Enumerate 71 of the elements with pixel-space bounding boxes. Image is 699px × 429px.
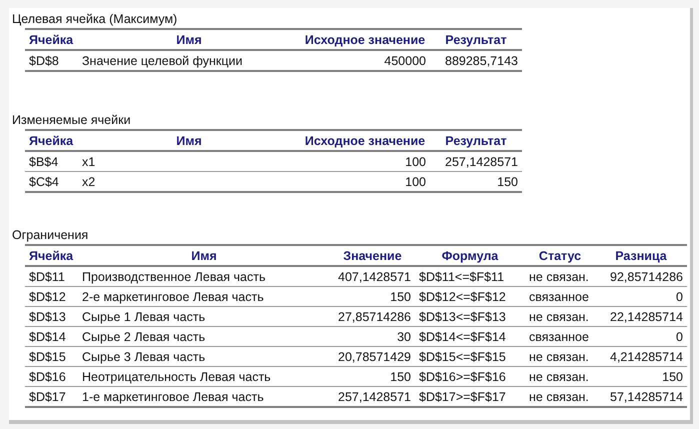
table-cell: 100 <box>300 172 430 192</box>
table-cell: 100 <box>300 151 430 172</box>
column-header: Результат <box>430 29 522 50</box>
table-cell: 150 <box>430 172 522 192</box>
column-header: Исходное значение <box>300 130 430 151</box>
table-cell: 22,14285714 <box>595 306 687 326</box>
table-cell: $D$12<=$F$12 <box>415 286 525 306</box>
table-cell: $D$15 <box>25 346 78 366</box>
column-header: Имя <box>78 245 330 266</box>
table-cell: Производственное Левая часть <box>78 266 330 286</box>
table-cell: Сырье 1 Левая часть <box>78 306 330 326</box>
table-cell: 20,78571429 <box>330 346 415 366</box>
table-cell: x1 <box>78 151 300 172</box>
column-header: Значение <box>330 245 415 266</box>
table-cell: Сырье 3 Левая часть <box>78 346 330 366</box>
column-header: Разница <box>595 245 687 266</box>
table-cell: $D$12 <box>25 286 78 306</box>
table-cell: $D$11 <box>25 266 78 286</box>
table-cell: Неотрицательность Левая часть <box>78 366 330 386</box>
column-header: Статус <box>525 245 595 266</box>
column-header: Имя <box>78 29 300 50</box>
table-cell: связанное <box>525 326 595 346</box>
table-cell: $D$16>=$F$16 <box>415 366 525 386</box>
table-cell: не связан. <box>525 386 595 407</box>
table-cell: 889285,7143 <box>430 50 522 71</box>
section-title: Ограничения <box>12 227 88 244</box>
table-cell: 57,14285714 <box>595 386 687 407</box>
table-cell: $D$16 <box>25 366 78 386</box>
table-cell: 30 <box>330 326 415 346</box>
table-cell: $C$4 <box>25 172 78 192</box>
table-cell: $D$17>=$F$17 <box>415 386 525 407</box>
table-cell: не связан. <box>525 366 595 386</box>
table-cell: 407,1428571 <box>330 266 415 286</box>
table-cell: $D$13 <box>25 306 78 326</box>
table-cell: $D$14<=$F$14 <box>415 326 525 346</box>
column-header: Исходное значение <box>300 29 430 50</box>
table-cell: не связан. <box>525 306 595 326</box>
table-cell: 92,85714286 <box>595 266 687 286</box>
table-cell: 27,85714286 <box>330 306 415 326</box>
column-header: Ячейка <box>25 130 78 151</box>
table-cell: $D$11<=$F$11 <box>415 266 525 286</box>
table-cell: $D$17 <box>25 386 78 407</box>
table-cell: $D$13<=$F$13 <box>415 306 525 326</box>
table-cell: Сырье 2 Левая часть <box>78 326 330 346</box>
table-cell: $D$14 <box>25 326 78 346</box>
table-cell: $D$8 <box>25 50 78 71</box>
table-cell: 1-е маркетинговое Левая часть <box>78 386 330 407</box>
column-header: Имя <box>78 130 300 151</box>
table-cell: 4,214285714 <box>595 346 687 366</box>
table-cell: 257,1428571 <box>330 386 415 407</box>
column-header: Ячейка <box>25 245 78 266</box>
column-header: Формула <box>415 245 525 266</box>
table-cell: 450000 <box>300 50 430 71</box>
table-cell: связанное <box>525 286 595 306</box>
table-cell: не связан. <box>525 266 595 286</box>
table-cell: 0 <box>595 286 687 306</box>
table-cell: 2-е маркетинговое Левая часть <box>78 286 330 306</box>
table-cell: Значение целевой функции <box>78 50 300 71</box>
section-title: Изменяемые ячейки <box>12 112 131 129</box>
table-cell: $B$4 <box>25 151 78 172</box>
table-cell: x2 <box>78 172 300 192</box>
section-title: Целевая ячейка (Максимум) <box>12 11 178 28</box>
table-cell: 257,1428571 <box>430 151 522 172</box>
table-cell: 150 <box>330 366 415 386</box>
column-header: Результат <box>430 130 522 151</box>
column-header: Ячейка <box>25 29 78 50</box>
table-cell: $D$15<=$F$15 <box>415 346 525 366</box>
table-cell: 150 <box>595 366 687 386</box>
table-cell: не связан. <box>525 346 595 366</box>
table-cell: 0 <box>595 326 687 346</box>
table-cell: 150 <box>330 286 415 306</box>
